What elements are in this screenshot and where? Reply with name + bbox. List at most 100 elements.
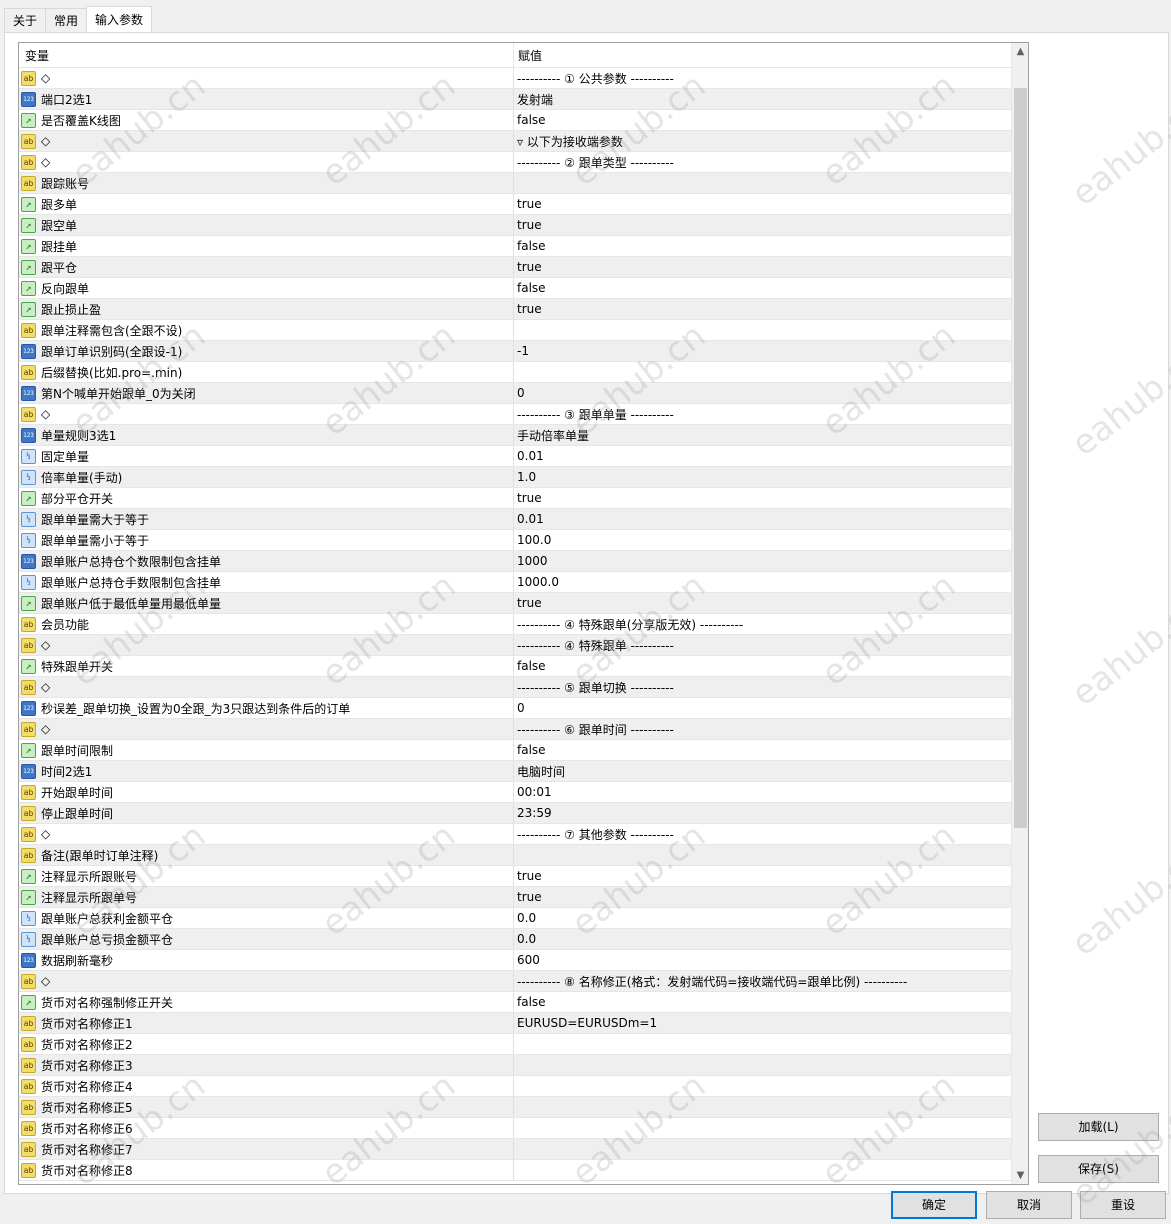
table-row[interactable]: ½ 跟单账户总亏损金额平仓 0.0 xyxy=(19,929,1011,950)
tab-about[interactable]: 关于 xyxy=(4,8,47,33)
value-cell[interactable]: true xyxy=(514,866,1011,886)
value-cell[interactable]: ---------- ④ 特殊跟单 ---------- xyxy=(514,635,1011,655)
value-cell[interactable] xyxy=(514,1097,1011,1117)
table-row[interactable]: ↗ 货币对名称强制修正开关 false xyxy=(19,992,1011,1013)
table-row[interactable]: 123 第N个喊单开始跟单_0为关闭 0 xyxy=(19,383,1011,404)
ok-button[interactable]: 确定 xyxy=(891,1191,977,1219)
table-row[interactable]: ab 备注(跟单时订单注释) xyxy=(19,845,1011,866)
table-row[interactable]: ↗ 部分平仓开关 true xyxy=(19,488,1011,509)
reset-button[interactable]: 重设 xyxy=(1080,1191,1166,1219)
scroll-down-icon[interactable]: ▼ xyxy=(1012,1167,1028,1184)
table-row[interactable]: ↗ 注释显示所跟账号 true xyxy=(19,866,1011,887)
value-cell[interactable]: true xyxy=(514,488,1011,508)
value-cell[interactable] xyxy=(514,1139,1011,1159)
table-row[interactable]: ab 货币对名称修正7 xyxy=(19,1139,1011,1160)
value-cell[interactable]: 600 xyxy=(514,950,1011,970)
value-cell[interactable]: 0.0 xyxy=(514,929,1011,949)
value-cell[interactable] xyxy=(514,173,1011,193)
table-row[interactable]: ½ 跟单账户总获利金额平仓 0.0 xyxy=(19,908,1011,929)
table-row[interactable]: ↗ 跟单账户低于最低单量用最低单量 true xyxy=(19,593,1011,614)
table-row[interactable]: ab 停止跟单时间 23:59 xyxy=(19,803,1011,824)
scroll-thumb[interactable] xyxy=(1014,88,1027,828)
table-row[interactable]: 123 秒误差_跟单切换_设置为0全跟_为3只跟达到条件后的订单 0 xyxy=(19,698,1011,719)
table-row[interactable]: ab ◇ ---------- ⑦ 其他参数 ---------- xyxy=(19,824,1011,845)
value-cell[interactable]: 00:01 xyxy=(514,782,1011,802)
table-row[interactable]: ab ◇ ---------- ⑤ 跟单切换 ---------- xyxy=(19,677,1011,698)
value-cell[interactable] xyxy=(514,1055,1011,1075)
table-row[interactable]: ab ◇ ▿ 以下为接收端参数 xyxy=(19,131,1011,152)
table-row[interactable]: ½ 跟单单量需小于等于 100.0 xyxy=(19,530,1011,551)
table-row[interactable]: ab 会员功能 ---------- ④ 特殊跟单(分享版无效) ---------… xyxy=(19,614,1011,635)
value-cell[interactable]: 1000 xyxy=(514,551,1011,571)
table-row[interactable]: ab 跟单注释需包含(全跟不设) xyxy=(19,320,1011,341)
value-cell[interactable] xyxy=(514,362,1011,382)
value-cell[interactable]: 0.01 xyxy=(514,509,1011,529)
value-cell[interactable] xyxy=(514,320,1011,340)
value-cell[interactable]: ---------- ⑧ 名称修正(格式：发射端代码=接收端代码=跟单比例) -… xyxy=(514,971,1011,991)
value-cell[interactable] xyxy=(514,1076,1011,1096)
value-cell[interactable]: false xyxy=(514,992,1011,1012)
load-button[interactable]: 加载(L) xyxy=(1038,1113,1159,1141)
value-cell[interactable]: false xyxy=(514,236,1011,256)
value-cell[interactable]: 0 xyxy=(514,383,1011,403)
value-cell[interactable]: 0 xyxy=(514,698,1011,718)
value-cell[interactable]: ---------- ③ 跟单单量 ---------- xyxy=(514,404,1011,424)
table-row[interactable]: ↗ 跟单时间限制 false xyxy=(19,740,1011,761)
value-cell[interactable]: ---------- ⑦ 其他参数 ---------- xyxy=(514,824,1011,844)
table-row[interactable]: 123 跟单账户总持仓个数限制包含挂单 1000 xyxy=(19,551,1011,572)
table-row[interactable]: ab 后缀替换(比如.pro=.min) xyxy=(19,362,1011,383)
table-row[interactable]: ½ 跟单账户总持仓手数限制包含挂单 1000.0 xyxy=(19,572,1011,593)
value-cell[interactable]: ---------- ① 公共参数 ---------- xyxy=(514,68,1011,88)
table-row[interactable]: ↗ 跟平仓 true xyxy=(19,257,1011,278)
table-row[interactable]: ↗ 跟多单 true xyxy=(19,194,1011,215)
table-row[interactable]: ab 跟踪账号 xyxy=(19,173,1011,194)
value-cell[interactable]: 0.01 xyxy=(514,446,1011,466)
value-cell[interactable]: true xyxy=(514,215,1011,235)
table-row[interactable]: ab 货币对名称修正3 xyxy=(19,1055,1011,1076)
value-cell[interactable]: true xyxy=(514,257,1011,277)
table-row[interactable]: ab 货币对名称修正1 EURUSD=EURUSDm=1 xyxy=(19,1013,1011,1034)
table-row[interactable]: ↗ 跟挂单 false xyxy=(19,236,1011,257)
table-row[interactable]: ↗ 反向跟单 false xyxy=(19,278,1011,299)
value-cell[interactable]: 1000.0 xyxy=(514,572,1011,592)
save-button[interactable]: 保存(S) xyxy=(1038,1155,1159,1183)
value-cell[interactable]: ---------- ② 跟单类型 ---------- xyxy=(514,152,1011,172)
table-row[interactable]: ab ◇ ---------- ⑥ 跟单时间 ---------- xyxy=(19,719,1011,740)
value-cell[interactable]: 电脑时间 xyxy=(514,761,1011,781)
table-row[interactable]: ab 货币对名称修正8 xyxy=(19,1160,1011,1181)
table-row[interactable]: 123 跟单订单识别码(全跟设-1) -1 xyxy=(19,341,1011,362)
value-cell[interactable]: 23:59 xyxy=(514,803,1011,823)
value-cell[interactable]: 发射端 xyxy=(514,89,1011,109)
value-cell[interactable]: false xyxy=(514,110,1011,130)
table-row[interactable]: ab 货币对名称修正6 xyxy=(19,1118,1011,1139)
column-header-variable[interactable]: 变量 xyxy=(19,43,514,68)
value-cell[interactable]: true xyxy=(514,299,1011,319)
table-row[interactable]: ½ 跟单单量需大于等于 0.01 xyxy=(19,509,1011,530)
value-cell[interactable]: -1 xyxy=(514,341,1011,361)
column-header-value[interactable]: 赋值 xyxy=(514,43,1011,68)
value-cell[interactable]: EURUSD=EURUSDm=1 xyxy=(514,1013,1011,1033)
value-cell[interactable]: ---------- ⑤ 跟单切换 ---------- xyxy=(514,677,1011,697)
table-row[interactable]: ↗ 是否覆盖K线图 false xyxy=(19,110,1011,131)
table-row[interactable]: ½ 倍率单量(手动) 1.0 xyxy=(19,467,1011,488)
value-cell[interactable]: ---------- ④ 特殊跟单(分享版无效) ---------- xyxy=(514,614,1011,634)
table-row[interactable]: ab ◇ ---------- ⑧ 名称修正(格式：发射端代码=接收端代码=跟单比例… xyxy=(19,971,1011,992)
table-row[interactable]: 123 端口2选1 发射端 xyxy=(19,89,1011,110)
value-cell[interactable] xyxy=(514,845,1011,865)
table-row[interactable]: 123 数据刷新毫秒 600 xyxy=(19,950,1011,971)
table-row[interactable]: ab 货币对名称修正4 xyxy=(19,1076,1011,1097)
value-cell[interactable] xyxy=(514,1160,1011,1180)
value-cell[interactable]: 0.0 xyxy=(514,908,1011,928)
value-cell[interactable] xyxy=(514,1118,1011,1138)
scroll-up-icon[interactable]: ▲ xyxy=(1012,43,1028,60)
value-cell[interactable]: false xyxy=(514,656,1011,676)
value-cell[interactable]: 手动倍率单量 xyxy=(514,425,1011,445)
table-row[interactable]: ↗ 注释显示所跟单号 true xyxy=(19,887,1011,908)
vertical-scrollbar[interactable]: ▲ ▼ xyxy=(1011,43,1028,1184)
cancel-button[interactable]: 取消 xyxy=(986,1191,1072,1219)
table-row[interactable]: ab 货币对名称修正5 xyxy=(19,1097,1011,1118)
value-cell[interactable]: 100.0 xyxy=(514,530,1011,550)
value-cell[interactable]: false xyxy=(514,278,1011,298)
value-cell[interactable] xyxy=(514,1034,1011,1054)
table-row[interactable]: ↗ 特殊跟单开关 false xyxy=(19,656,1011,677)
